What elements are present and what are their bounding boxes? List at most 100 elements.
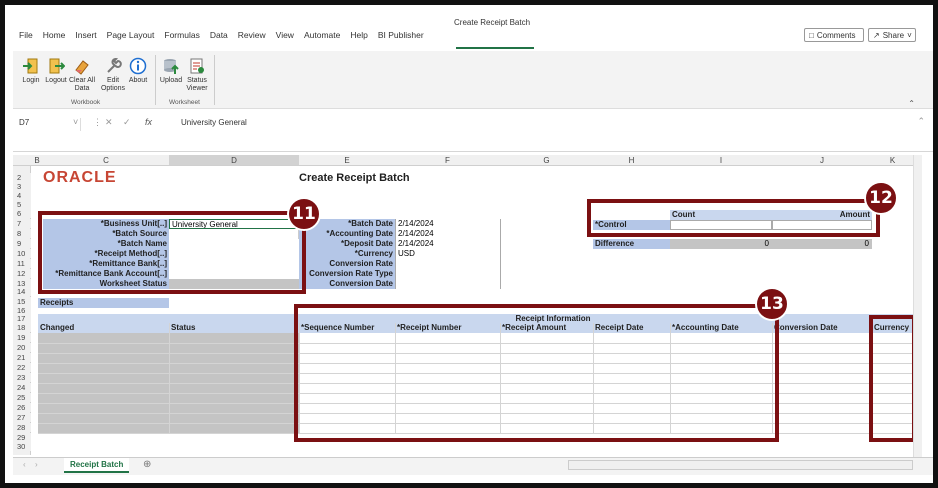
vertical-scrollbar[interactable] — [913, 155, 922, 457]
row-header[interactable]: 11 — [13, 259, 31, 268]
date-block-border — [395, 219, 396, 289]
conversion-date-input[interactable] — [396, 279, 500, 289]
upload-label: Upload — [159, 77, 183, 84]
row-header[interactable]: 3 — [13, 182, 31, 191]
receipts-section-label: Receipts — [38, 298, 169, 308]
ribbon: Login Logout Clear All Data Edit Options… — [13, 51, 933, 109]
row-header[interactable]: 19 — [13, 333, 31, 342]
menu-review[interactable]: Review — [238, 30, 266, 42]
menu-help[interactable]: Help — [350, 30, 367, 42]
row-header[interactable]: 8 — [13, 229, 31, 238]
column-header[interactable]: K — [872, 155, 913, 166]
login-button[interactable]: Login — [19, 57, 43, 85]
column-header[interactable]: C — [43, 155, 169, 166]
status-viewer-icon — [190, 58, 204, 74]
currency-input[interactable]: USD — [396, 249, 500, 259]
scroll-tabs-right-icon[interactable]: › — [35, 460, 38, 469]
sheet-tab-receipt-batch[interactable]: Receipt Batch — [64, 458, 130, 473]
insert-function-icon[interactable]: fx — [145, 117, 152, 127]
row-header[interactable]: 18 — [13, 323, 31, 332]
edit-options-button[interactable]: Edit Options — [98, 57, 128, 93]
row-header[interactable]: 24 — [13, 383, 31, 392]
row-header[interactable]: 30 — [13, 442, 31, 451]
horizontal-scrollbar[interactable] — [568, 460, 913, 470]
column-header[interactable]: E — [299, 155, 395, 166]
name-box[interactable]: D7 — [19, 118, 81, 131]
row-header[interactable]: 12 — [13, 269, 31, 278]
window-title: Create Receipt Batch — [454, 18, 531, 27]
column-header[interactable]: I — [670, 155, 772, 166]
wrench-icon — [107, 58, 122, 73]
row-header[interactable]: 15 — [13, 297, 31, 306]
column-header[interactable]: F — [395, 155, 500, 166]
expand-formula-bar-icon[interactable]: ⌃ — [917, 116, 925, 127]
row-header[interactable]: 4 — [13, 191, 31, 200]
row-header[interactable]: 14 — [13, 287, 31, 296]
row-header[interactable]: 10 — [13, 249, 31, 258]
callout-badge-12: 12 — [864, 181, 898, 215]
column-header[interactable]: B — [31, 155, 43, 166]
menu-automate[interactable]: Automate — [304, 30, 340, 42]
active-tab-indicator — [456, 47, 534, 49]
login-label: Login — [22, 77, 40, 84]
row-header[interactable]: 27 — [13, 413, 31, 422]
column-header[interactable]: G — [500, 155, 593, 166]
edit-options-label: Edit Options — [100, 77, 126, 92]
row-header[interactable]: 17 — [13, 314, 31, 323]
comment-icon: □ — [809, 30, 814, 40]
row-header[interactable]: 6 — [13, 209, 31, 218]
menu-view[interactable]: View — [276, 30, 294, 42]
conversion-rate-type-input[interactable] — [396, 269, 500, 279]
date-block-border — [500, 219, 501, 289]
column-header[interactable]: J — [772, 155, 872, 166]
menu-bi-publisher[interactable]: BI Publisher — [378, 30, 424, 42]
logout-button[interactable]: Logout — [44, 57, 68, 85]
collapse-ribbon-icon[interactable]: ⌃ — [908, 99, 915, 108]
menu-data[interactable]: Data — [210, 30, 228, 42]
row-header[interactable]: 5 — [13, 200, 31, 209]
menu-formulas[interactable]: Formulas — [164, 30, 199, 42]
row-header[interactable]: 28 — [13, 423, 31, 432]
callout-box-receipt-information — [294, 304, 779, 442]
row-header[interactable]: 23 — [13, 373, 31, 382]
logout-label: Logout — [45, 77, 67, 84]
row-header[interactable]: 26 — [13, 403, 31, 412]
menu-file[interactable]: File — [19, 30, 33, 42]
deposit-date-input[interactable]: 2/14/2024 — [396, 239, 500, 249]
menu-insert[interactable]: Insert — [75, 30, 96, 42]
batch-date-input[interactable]: 2/14/2024 — [396, 219, 500, 229]
row-header[interactable]: 20 — [13, 343, 31, 352]
enter-icon[interactable]: ✓ — [123, 117, 131, 128]
callout-badge-13: 13 — [755, 287, 789, 321]
accounting-date-input[interactable]: 2/14/2024 — [396, 229, 500, 239]
row-header[interactable]: 29 — [13, 433, 31, 442]
eraser-icon — [75, 60, 89, 75]
menu-page-layout[interactable]: Page Layout — [107, 30, 155, 42]
menu-home[interactable]: Home — [43, 30, 66, 42]
sheet-title: Create Receipt Batch — [299, 172, 410, 184]
column-header[interactable]: D — [169, 155, 299, 166]
upload-button[interactable]: Upload — [159, 57, 183, 85]
add-sheet-icon[interactable]: ⊕ — [143, 459, 151, 470]
scroll-tabs-left-icon[interactable]: ‹ — [23, 460, 26, 469]
formula-input[interactable]: University General — [181, 118, 247, 127]
row-header[interactable]: 21 — [13, 353, 31, 362]
column-gridline — [169, 323, 170, 433]
column-header[interactable]: H — [593, 155, 670, 166]
row-header[interactable]: 22 — [13, 363, 31, 372]
status-viewer-label: Status Viewer — [186, 77, 208, 92]
name-box-dropdown-icon[interactable]: ˅ — [73, 117, 78, 127]
row-header[interactable]: 25 — [13, 393, 31, 402]
row-header[interactable]: 7 — [13, 219, 31, 228]
share-button[interactable]: ↗ Share ˅ — [868, 28, 916, 42]
clear-all-data-button[interactable]: Clear All Data — [67, 57, 97, 93]
cancel-icon[interactable]: ✕ — [105, 117, 113, 128]
row-header[interactable]: 9 — [13, 239, 31, 248]
worksheet-grid[interactable]: B C D E F G H I J K 2 3 4 5 6 7 8 9 10 1… — [13, 155, 933, 455]
status-viewer-button[interactable]: Status Viewer — [184, 57, 210, 93]
conversion-rate-input[interactable] — [396, 259, 500, 269]
about-button[interactable]: About — [126, 57, 150, 85]
column-header-conversion-date: Conversion Date — [774, 323, 838, 332]
comments-button[interactable]: □ Comments — [804, 28, 864, 42]
row-header[interactable]: 2 — [13, 173, 31, 182]
